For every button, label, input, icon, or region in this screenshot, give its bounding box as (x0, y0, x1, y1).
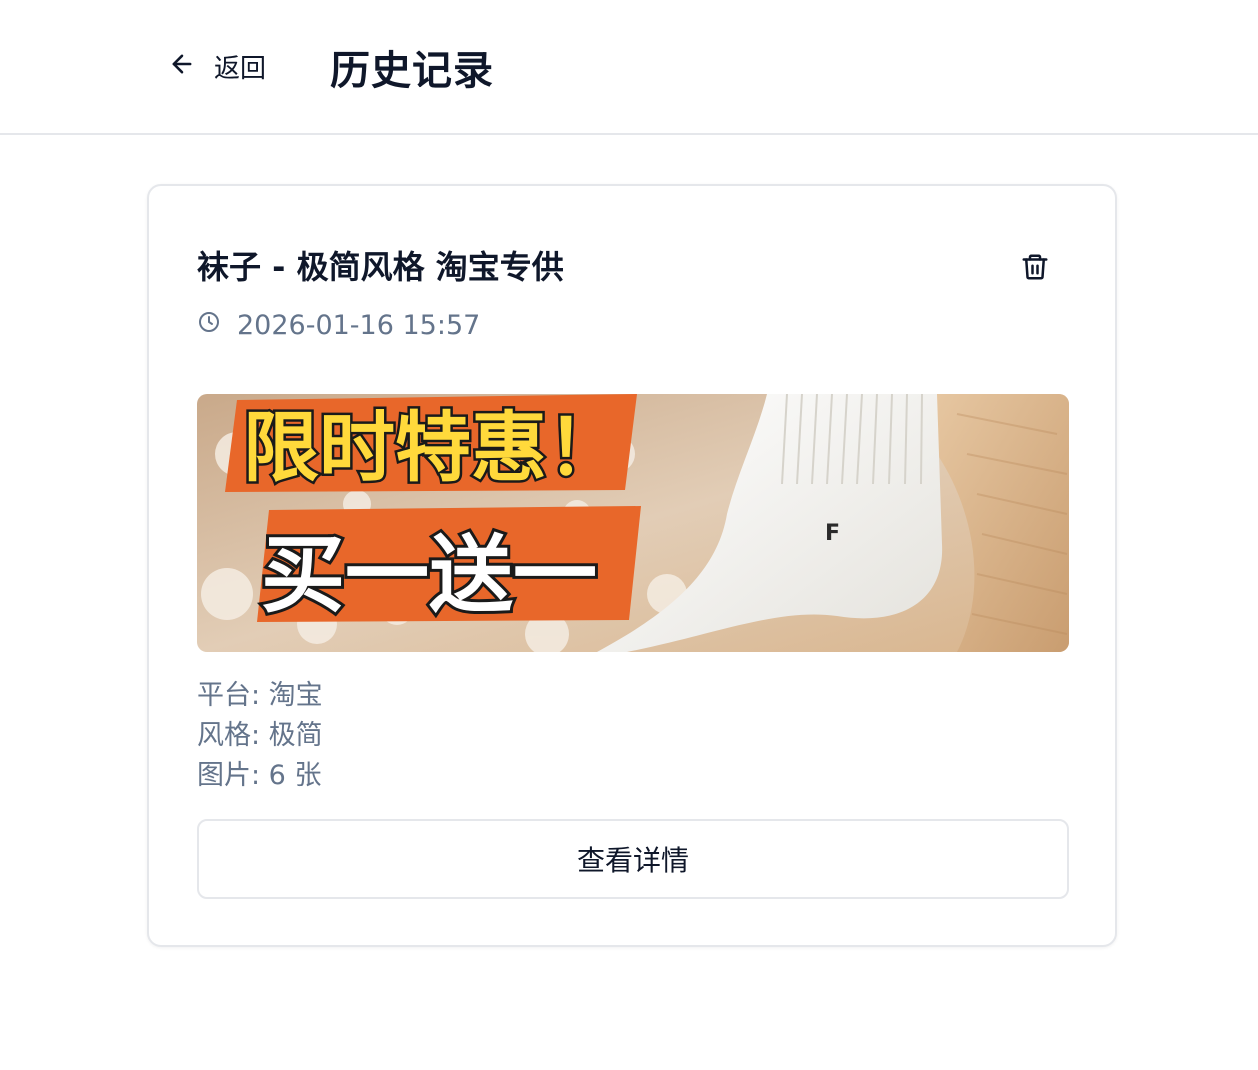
trash-icon (1020, 252, 1050, 285)
record-title: 袜子 - 极简风格 淘宝专供 (197, 248, 564, 286)
delete-button[interactable] (1011, 244, 1059, 292)
platform-line: 平台: 淘宝 (197, 680, 323, 711)
timestamp-row: 2026-01-16 15:57 (197, 310, 480, 341)
sock-mark: F (825, 521, 840, 546)
page-title: 历史记录 (330, 48, 494, 94)
history-record-card: 袜子 - 极简风格 淘宝专供 2026-01-16 15:57 F 限时特惠！ … (147, 184, 1117, 947)
record-timestamp: 2026-01-16 15:57 (237, 310, 481, 341)
banner-subheadline: 买一送一 (261, 526, 597, 624)
back-label: 返回 (214, 53, 267, 84)
arrow-left-icon (168, 50, 196, 82)
product-banner-image[interactable]: F 限时特惠！ 买一送一 (197, 394, 1069, 652)
back-button[interactable]: 返回 (168, 44, 266, 88)
banner-headline: 限时特惠！ (243, 403, 623, 492)
page-header: 返回 历史记录 (0, 0, 1258, 135)
view-details-button[interactable]: 查看详情 (197, 819, 1069, 899)
clock-icon (197, 310, 221, 341)
images-line: 图片: 6 张 (197, 760, 322, 791)
style-line: 风格: 极简 (197, 720, 323, 751)
record-meta: 平台: 淘宝 风格: 极简 图片: 6 张 (197, 676, 323, 796)
